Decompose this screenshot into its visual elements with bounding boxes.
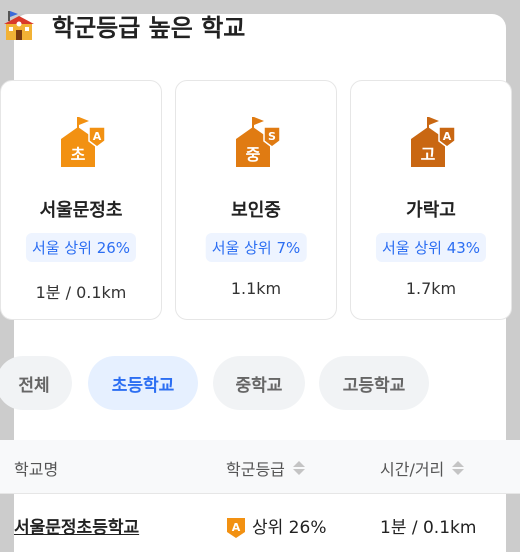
card-school-name: 보인중 <box>231 200 281 221</box>
school-name-link[interactable]: 서울문정초등학교 <box>14 513 139 538</box>
grade-badge-icon: A <box>227 518 245 538</box>
time-distance-cell: 1분 / 0.1km <box>380 518 477 538</box>
filter-high-chip[interactable]: 고등학교 <box>319 356 429 410</box>
column-header-time[interactable]: 시간/거리 <box>380 456 465 480</box>
school-card-2[interactable]: 중 S 보인중 서울 상위 7% 1.1km <box>175 80 337 320</box>
card-rank-badge: 서울 상위 26% <box>25 233 137 262</box>
card-icon-char: 초 <box>71 145 86 164</box>
card-icon-char: 고 <box>421 145 436 164</box>
card-grade: A <box>93 130 102 143</box>
column-header-name: 학교명 <box>14 460 59 479</box>
card-grade: S <box>268 130 276 143</box>
sort-icon[interactable] <box>292 461 305 475</box>
card-icon-char: 중 <box>246 145 261 164</box>
card-distance: 1분 / 0.1km <box>35 283 127 302</box>
middle-school-icon: 중 S <box>236 117 281 167</box>
column-header-grade[interactable]: 학군등급 <box>226 456 305 480</box>
elementary-school-icon: 초 A <box>61 117 106 167</box>
table-header: 학교명 학군등급 시간/거리 <box>0 440 520 494</box>
card-distance: 1.7km <box>405 279 457 298</box>
card-rank-badge: 서울 상위 43% <box>375 233 487 262</box>
grade-value: 상위 26% <box>252 518 327 538</box>
sort-icon[interactable] <box>452 461 465 475</box>
card-grade: A <box>443 130 452 143</box>
school-card-3[interactable]: 고 A 가락고 서울 상위 43% 1.7km <box>350 80 512 320</box>
card-rank-badge: 서울 상위 7% <box>205 233 307 262</box>
school-card-1[interactable]: 초 A 서울문정초 서울 상위 26% 1분 / 0.1km <box>0 80 162 320</box>
high-school-icon: 고 A <box>411 117 456 167</box>
card-distance: 1.1km <box>230 279 282 298</box>
page-title: 학군등급 높은 학교 <box>52 14 246 42</box>
card-school-name: 서울문정초 <box>39 200 123 221</box>
card-school-name: 가락고 <box>406 200 456 221</box>
grade-cell: A 상위 26% <box>226 513 326 539</box>
school-building-icon <box>4 11 34 40</box>
svg-text:A: A <box>232 521 241 534</box>
table-row[interactable]: 서울문정초등학교 A 상위 26% 1분 / 0.1km <box>0 495 520 552</box>
filter-elementary-chip[interactable]: 초등학교 <box>88 356 198 410</box>
filter-middle-chip[interactable]: 중학교 <box>213 356 305 410</box>
filter-all-chip[interactable]: 전체 <box>0 356 72 410</box>
